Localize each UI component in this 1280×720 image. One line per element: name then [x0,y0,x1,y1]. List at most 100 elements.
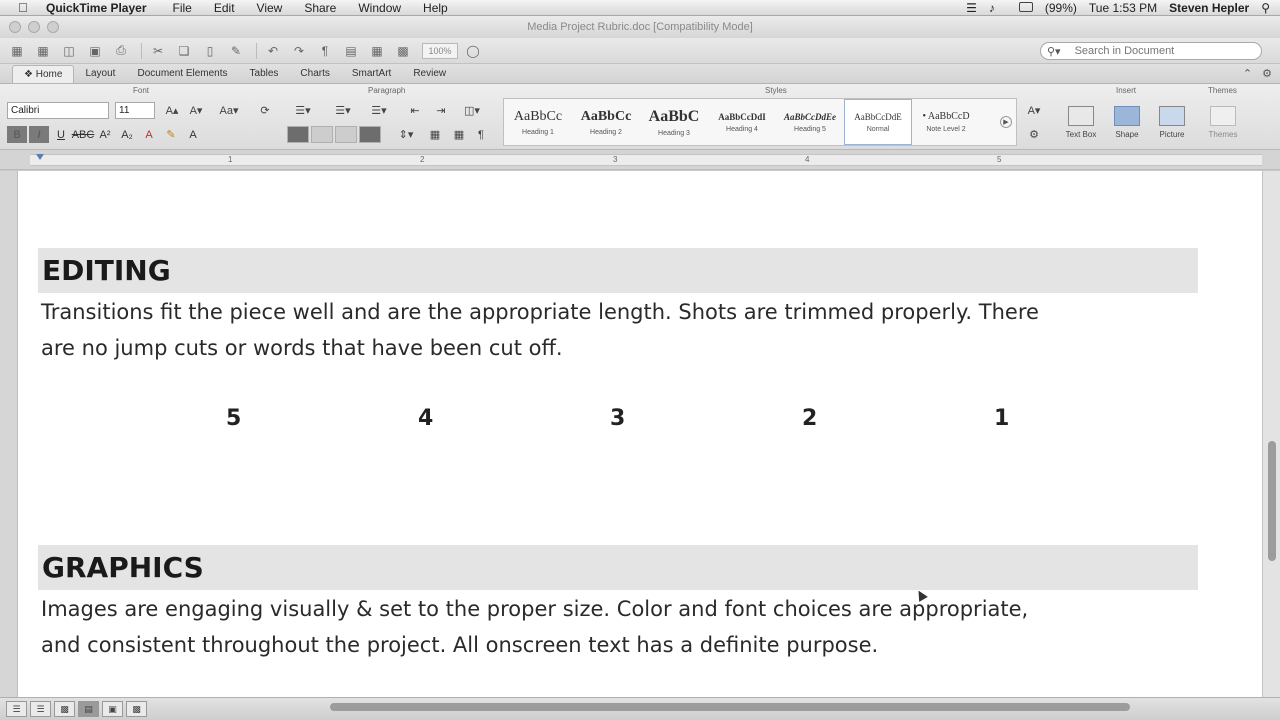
menu-view[interactable]: View [257,1,283,15]
tab-layout[interactable]: Layout [74,65,126,83]
insert-picture-button[interactable]: Picture [1151,106,1193,146]
style-heading-4[interactable]: AaBbCcDdI Heading 4 [708,99,776,145]
grow-font-icon[interactable]: A▴ [162,102,182,119]
tab-smartart[interactable]: SmartArt [341,65,402,83]
manage-styles-icon[interactable]: ⚙ [1022,126,1046,143]
zoom-field[interactable]: 100% [422,42,458,59]
font-name-select[interactable]: Calibri [7,102,109,119]
document-page[interactable]: EDITING Transitions fit the piece well a… [18,171,1262,697]
insert-text-box-button[interactable]: Text Box [1060,106,1102,146]
justify-button[interactable] [359,126,381,143]
style-heading-5[interactable]: AaBbCcDdEe Heading 5 [776,99,844,145]
style-heading-2[interactable]: AaBbCc Heading 2 [572,99,640,145]
help-icon[interactable]: ◯ [462,42,484,60]
bold-button[interactable]: B [7,126,27,143]
publishing-view-icon[interactable]: ▩ [54,701,75,717]
print-layout-view-icon[interactable]: ▤ [78,701,99,717]
themes-button[interactable]: Themes [1202,106,1244,146]
focus-view-icon[interactable]: ▩ [126,701,147,717]
vertical-scroll-thumb[interactable] [1268,441,1276,561]
spotlight-icon[interactable]: ⚲ [1261,1,1270,15]
save-icon[interactable]: ▣ [84,42,106,60]
menu-app-name[interactable]: QuickTime Player [46,1,147,15]
shading-icon[interactable]: ▦ [424,126,446,143]
highlight-icon[interactable]: ✎ [161,126,181,143]
text-styles-icon[interactable]: A▾ [1022,102,1046,119]
style-heading-3[interactable]: AaBbC Heading 3 [640,99,708,145]
picture-icon [1159,106,1185,126]
insert-shape-button[interactable]: Shape [1106,106,1148,146]
style-note-level-2[interactable]: • AaBbCcD Note Level 2 [912,99,980,145]
media-browser-icon[interactable]: ▩ [392,42,414,60]
battery-icon[interactable] [1007,1,1033,15]
styles-next-icon[interactable]: ▶ [1000,116,1012,128]
search-input[interactable] [1074,45,1245,57]
outline-view-icon[interactable]: ☰ [30,701,51,717]
notebook-view-icon[interactable]: ▣ [102,701,123,717]
wifi-icon[interactable]: ☰ [966,1,977,15]
format-painter-icon[interactable]: ✎ [225,42,247,60]
line-spacing-icon[interactable]: ⇕▾ [392,126,420,143]
new-document-icon[interactable]: ▦ [6,42,28,60]
menu-share[interactable]: Share [304,1,336,15]
menu-help[interactable]: Help [423,1,448,15]
cut-icon[interactable]: ✂ [147,42,169,60]
tab-document-elements[interactable]: Document Elements [126,65,238,83]
style-normal[interactable]: AaBbCcDdE Normal [844,99,912,145]
insert-text-box-label: Text Box [1065,130,1097,139]
clear-formatting-icon[interactable]: ⟳ [254,102,276,119]
vertical-scrollbar[interactable] [1262,171,1280,697]
collapse-ribbon-icon[interactable]: ⌃ [1243,67,1252,80]
change-case-icon[interactable]: Aa▾ [216,102,242,119]
toolbox-icon[interactable]: ▦ [366,42,388,60]
underline-button[interactable]: U [51,126,71,143]
bullets-icon[interactable]: ☰▾ [290,102,316,119]
numbering-icon[interactable]: ☰▾ [330,102,356,119]
menu-edit[interactable]: Edit [214,1,235,15]
strikethrough-button[interactable]: ABC [72,126,95,143]
templates-icon[interactable]: ▦ [32,42,54,60]
align-left-button[interactable] [287,126,309,143]
tab-charts[interactable]: Charts [289,65,340,83]
align-center-button[interactable] [311,126,333,143]
indent-marker-icon[interactable] [36,154,44,160]
text-effects-icon[interactable]: A [183,126,203,143]
multilevel-list-icon[interactable]: ☰▾ [366,102,392,119]
draft-view-icon[interactable]: ☰ [6,701,27,717]
menu-file[interactable]: File [173,1,192,15]
subscript-button[interactable]: A₂ [117,126,137,143]
open-icon[interactable]: ◫ [58,42,80,60]
volume-icon[interactable]: ♪ [989,1,995,15]
align-right-button[interactable] [335,126,357,143]
columns-icon[interactable]: ◫▾ [458,102,486,119]
tab-home[interactable]: ❖ Home [12,65,75,83]
ribbon-settings-icon[interactable]: ⚙ [1262,67,1272,80]
style-heading-1[interactable]: AaBbCc Heading 1 [504,99,572,145]
borders-icon[interactable]: ▦ [448,126,470,143]
italic-button[interactable]: I [29,126,49,143]
apple-icon[interactable]:  [18,0,32,15]
show-formatting-icon[interactable]: ¶ [470,126,492,143]
decrease-indent-icon[interactable]: ⇤ [404,102,426,119]
tab-review[interactable]: Review [402,65,457,83]
menubar-user[interactable]: Steven Hepler [1169,1,1249,15]
print-icon[interactable]: ⎙ [110,42,132,60]
copy-icon[interactable]: ❏ [173,42,195,60]
pilcrow-icon[interactable]: ¶ [314,42,336,60]
heading-text: GRAPHICS [42,551,204,584]
horizontal-ruler[interactable]: 1 2 3 4 5 [0,150,1280,170]
sidebar-icon[interactable]: ▤ [340,42,362,60]
tab-tables[interactable]: Tables [239,65,290,83]
search-field[interactable]: ⚲▾ [1040,42,1262,60]
undo-icon[interactable]: ↶ [262,42,284,60]
redo-icon[interactable]: ↷ [288,42,310,60]
paste-icon[interactable]: ▯ [199,42,221,60]
horizontal-scroll-thumb[interactable] [330,703,1130,711]
increase-indent-icon[interactable]: ⇥ [430,102,452,119]
shrink-font-icon[interactable]: A▾ [186,102,206,119]
superscript-button[interactable]: A² [95,126,115,143]
menu-window[interactable]: Window [358,1,401,15]
font-size-select[interactable]: 11 [115,102,155,119]
menubar-clock[interactable]: Tue 1:53 PM [1089,1,1157,15]
font-color-icon[interactable]: A [139,126,159,143]
